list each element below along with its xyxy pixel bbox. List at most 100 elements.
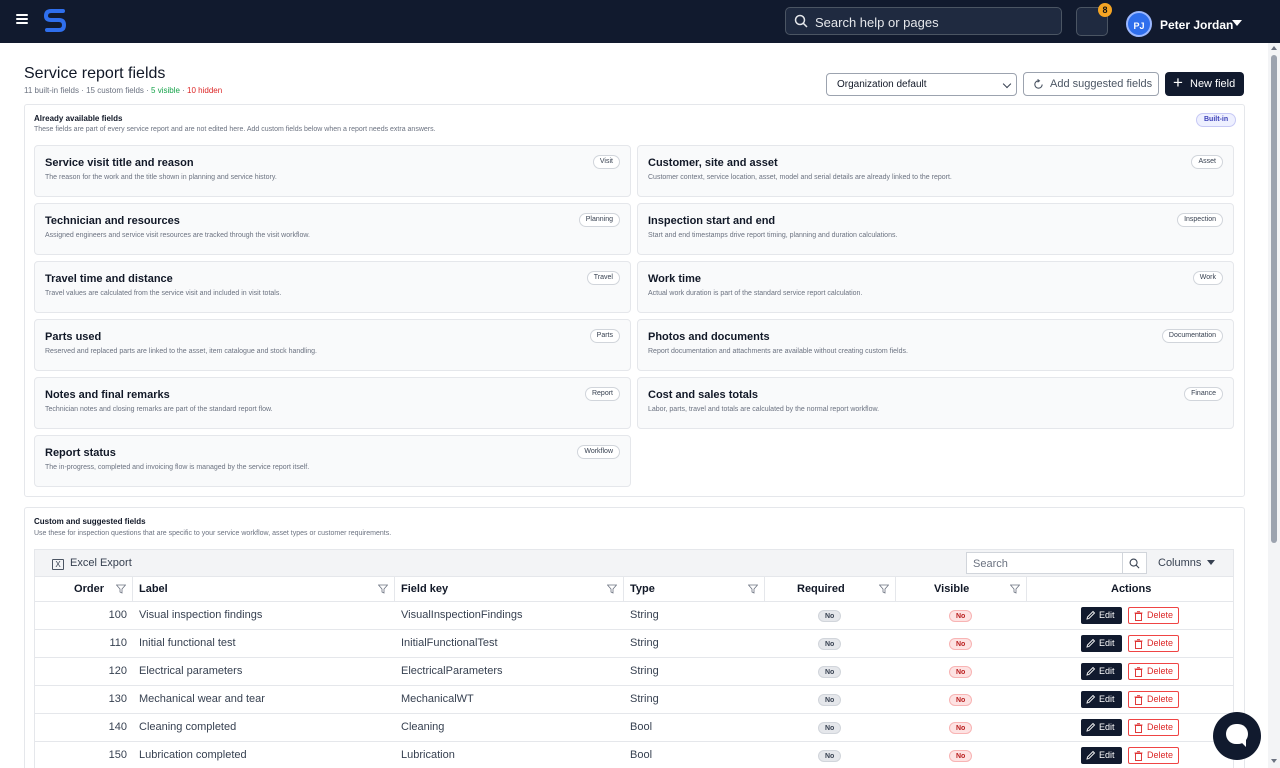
builtin-panel-title: Already available fields <box>34 114 123 123</box>
avatar[interactable]: PJ <box>1126 11 1152 37</box>
delete-button[interactable]: Delete <box>1128 719 1179 736</box>
card-description: The in-progress, completed and invoicing… <box>45 464 310 471</box>
global-search-input[interactable]: Search help or pages <box>785 7 1062 35</box>
grid-search-input[interactable]: Search <box>966 552 1123 574</box>
app-logo[interactable] <box>43 8 67 34</box>
delete-button[interactable]: Delete <box>1128 663 1179 680</box>
page-scrollbar[interactable] <box>1268 43 1280 768</box>
col-visible-header[interactable]: Visible <box>896 577 1027 602</box>
add-suggested-fields-button[interactable]: Add suggested fields <box>1023 72 1159 96</box>
columns-button[interactable]: Columns <box>1158 557 1216 569</box>
new-field-button[interactable]: + New field <box>1165 72 1244 96</box>
filter-icon[interactable] <box>879 584 889 594</box>
table-row[interactable]: 110 Initial functional test InitialFunctio… <box>35 630 1233 658</box>
global-search-placeholder: Search help or pages <box>815 15 939 30</box>
grid-toolbar: X Excel Export Search Columns <box>35 550 1233 577</box>
table-row[interactable]: 150 Lubrication completed Lubrication Bool N… <box>35 742 1233 768</box>
builtin-card: Cost and sales totals Labor, parts, trav… <box>637 377 1234 429</box>
delete-label: Delete <box>1147 666 1174 676</box>
columns-label: Columns <box>1158 557 1202 569</box>
scroll-down-icon[interactable] <box>1271 759 1277 763</box>
edit-label: Edit <box>1099 638 1115 648</box>
user-name[interactable]: Peter Jordan <box>1160 18 1233 32</box>
col-order-header[interactable]: Order <box>35 577 133 602</box>
user-menu-caret-icon[interactable] <box>1232 20 1242 26</box>
card-title: Inspection start and end <box>648 215 776 227</box>
trash-icon <box>1134 667 1143 677</box>
builtin-panel-subtitle: These fields are part of every service r… <box>34 126 436 133</box>
delete-button[interactable]: Delete <box>1128 691 1179 708</box>
delete-button[interactable]: Delete <box>1128 635 1179 652</box>
table-row[interactable]: 100 Visual inspection findings VisualInspe… <box>35 602 1233 630</box>
cell-label: Electrical parameters <box>139 665 243 677</box>
visible-badge: No <box>949 694 973 706</box>
card-title: Cost and sales totals <box>648 389 759 401</box>
excel-export-button[interactable]: X Excel Export <box>52 557 132 570</box>
custom-panel-subtitle: Use these for inspection questions that … <box>34 530 392 537</box>
builtin-card: Travel time and distance Travel values a… <box>34 261 631 313</box>
cell-type: Bool <box>630 721 653 733</box>
delete-label: Delete <box>1147 610 1174 620</box>
edit-label: Edit <box>1099 666 1115 676</box>
card-title: Report status <box>45 447 116 459</box>
refresh-icon <box>1034 79 1043 89</box>
edit-button[interactable]: Edit <box>1081 607 1122 624</box>
builtin-card: Inspection start and end Start and end t… <box>637 203 1234 255</box>
meta-separator: · <box>179 86 188 95</box>
visible-badge: No <box>949 638 973 650</box>
filter-icon[interactable] <box>1010 584 1020 594</box>
col-label-header[interactable]: Label <box>133 577 395 602</box>
edit-button[interactable]: Edit <box>1081 663 1122 680</box>
filter-icon[interactable] <box>748 584 758 594</box>
excel-icon: X <box>52 559 64 570</box>
new-field-label: New field <box>1190 78 1236 90</box>
col-key-header[interactable]: Field key <box>395 577 624 602</box>
grid-search-button[interactable] <box>1122 552 1147 574</box>
edit-label: Edit <box>1099 722 1115 732</box>
card-description: Travel values are calculated from the se… <box>45 290 282 297</box>
delete-button[interactable]: Delete <box>1128 607 1179 624</box>
card-tag: Asset <box>1191 155 1223 169</box>
edit-button[interactable]: Edit <box>1081 691 1122 708</box>
table-row[interactable]: 140 Cleaning completed Cleaning Bool No No Edi… <box>35 714 1233 742</box>
card-title: Notes and final remarks <box>45 389 170 401</box>
card-description: Reserved and replaced parts are linked t… <box>45 348 317 355</box>
filter-icon[interactable] <box>607 584 617 594</box>
required-badge: No <box>818 666 842 678</box>
edit-button[interactable]: Edit <box>1081 747 1122 764</box>
cell-order: 100 <box>108 609 127 621</box>
col-visible-label: Visible <box>934 583 970 595</box>
cell-type: Bool <box>630 749 653 761</box>
delete-button[interactable]: Delete <box>1128 747 1179 764</box>
table-row[interactable]: 120 Electrical parameters ElectricalParame… <box>35 658 1233 686</box>
card-tag: Visit <box>592 155 620 169</box>
pencil-icon <box>1086 694 1096 704</box>
builtin-card: Parts used Reserved and replaced parts a… <box>34 319 631 371</box>
required-badge: No <box>818 722 842 734</box>
filter-icon[interactable] <box>116 584 126 594</box>
notification-count-badge: 8 <box>1098 3 1112 17</box>
trash-icon <box>1134 639 1143 649</box>
cell-order: 140 <box>108 721 127 733</box>
filter-icon[interactable] <box>378 584 388 594</box>
menu-icon[interactable] <box>16 14 28 24</box>
card-title: Parts used <box>45 331 102 343</box>
card-description: Customer context, service location, asse… <box>648 174 952 181</box>
table-row[interactable]: 130 Mechanical wear and tear MechanicalWT S… <box>35 686 1233 714</box>
pencil-icon <box>1086 638 1096 648</box>
chevron-down-icon <box>1002 79 1012 89</box>
edit-button[interactable]: Edit <box>1081 635 1122 652</box>
organization-select[interactable]: Organization default <box>826 73 1017 96</box>
col-type-header[interactable]: Type <box>624 577 765 602</box>
delete-label: Delete <box>1147 750 1174 760</box>
cell-field-key: Cleaning <box>401 721 445 733</box>
edit-button[interactable]: Edit <box>1081 719 1122 736</box>
scrollbar-thumb[interactable] <box>1271 55 1277 543</box>
chat-support-button[interactable] <box>1213 712 1261 760</box>
cell-order: 130 <box>108 693 127 705</box>
scroll-up-icon[interactable] <box>1271 46 1277 50</box>
meta-separator: · <box>143 86 152 95</box>
col-required-header[interactable]: Required <box>765 577 896 602</box>
col-order-label: Order <box>74 583 104 595</box>
card-tag: Finance <box>1184 387 1223 401</box>
